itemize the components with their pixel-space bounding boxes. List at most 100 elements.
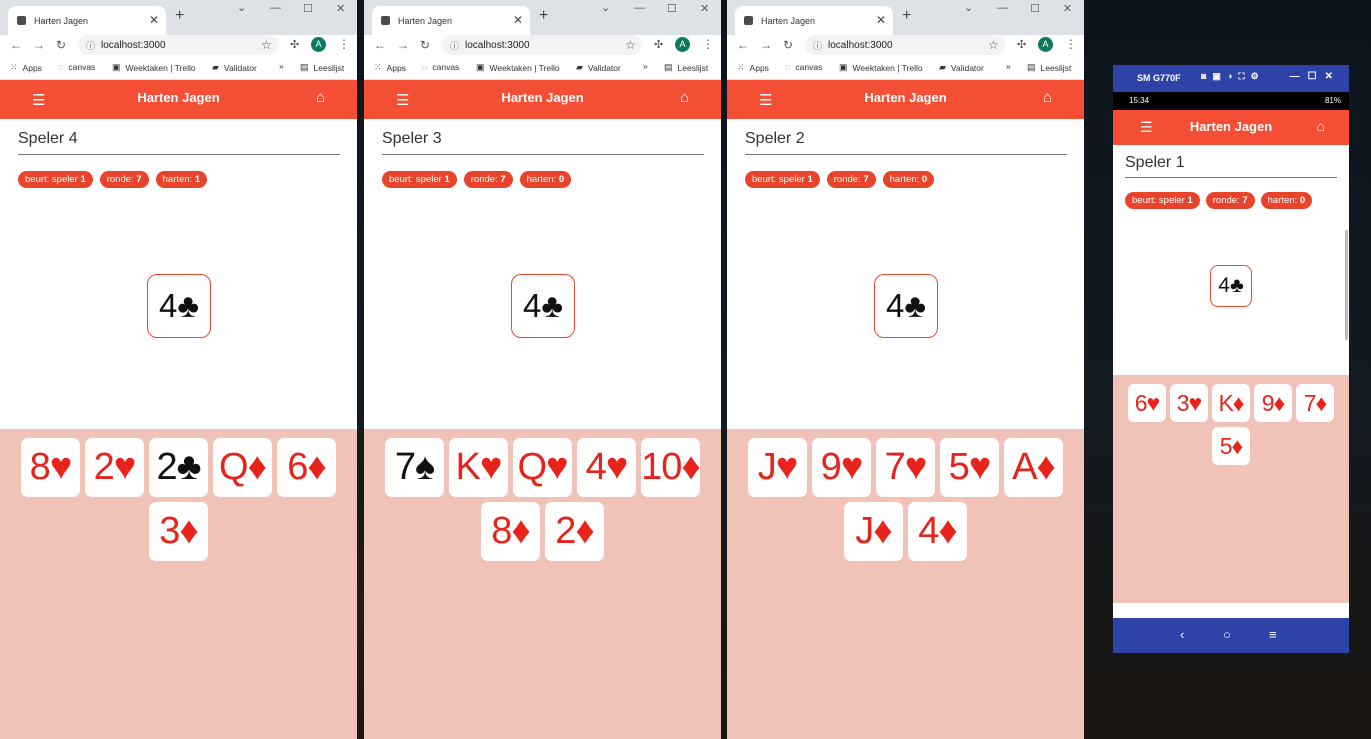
- hand-card[interactable]: K♥: [449, 438, 508, 497]
- bookmark-item[interactable]: ◌ canvas: [785, 62, 822, 72]
- hand-card[interactable]: 7♠: [385, 438, 444, 497]
- bookmark-item[interactable]: ▤ Leeslijst: [300, 62, 344, 73]
- bookmark-item[interactable]: ▰ Validator: [212, 62, 257, 73]
- hand-card[interactable]: Q♥: [513, 438, 572, 497]
- hand-card[interactable]: J♦: [844, 502, 903, 561]
- close-window-button[interactable]: ✕: [700, 2, 709, 15]
- minimize-button[interactable]: —: [634, 2, 645, 14]
- home-icon[interactable]: ⌂: [1043, 89, 1052, 106]
- hand-card[interactable]: 2♣: [149, 438, 208, 497]
- menu-kebab-icon[interactable]: ⋮: [338, 37, 350, 51]
- back-nav-icon[interactable]: ‹: [1180, 627, 1184, 642]
- bookmark-item[interactable]: ⁙ Apps: [10, 62, 42, 73]
- bookmark-overflow[interactable]: »: [279, 61, 284, 71]
- info-icon[interactable]: ⓘ: [813, 39, 822, 52]
- forward-icon[interactable]: →: [33, 38, 45, 52]
- menu-kebab-icon[interactable]: ⋮: [702, 37, 714, 51]
- tab-close-icon[interactable]: ✕: [876, 13, 886, 27]
- url-bar[interactable]: ⓘ localhost:3000: [442, 35, 642, 55]
- close-window-button[interactable]: ✕: [1063, 2, 1072, 15]
- home-nav-icon[interactable]: ○: [1223, 627, 1231, 642]
- hand-card[interactable]: J♥: [748, 438, 807, 497]
- hand-card[interactable]: 10♦: [641, 438, 701, 497]
- bookmark-star-icon[interactable]: ☆: [625, 38, 636, 52]
- hand-card[interactable]: 7♥: [876, 438, 935, 497]
- info-icon[interactable]: ⓘ: [450, 39, 459, 52]
- scrollbar[interactable]: [1345, 230, 1348, 340]
- reload-icon[interactable]: ↻: [783, 38, 793, 52]
- tab-search-icon[interactable]: ⌄: [237, 1, 246, 14]
- hand-card[interactable]: 3♥: [1170, 384, 1208, 422]
- reload-icon[interactable]: ↻: [56, 38, 66, 52]
- bookmark-item[interactable]: ▣ Weektaken | Trello: [112, 62, 196, 73]
- hand-card[interactable]: 2♦: [545, 502, 604, 561]
- hand-card[interactable]: 8♥: [21, 438, 80, 497]
- extensions-icon[interactable]: ✣: [290, 38, 299, 51]
- bookmark-item[interactable]: ▰ Validator: [576, 62, 621, 73]
- forward-icon[interactable]: →: [397, 38, 409, 52]
- bookmark-item[interactable]: ◌ canvas: [422, 62, 459, 72]
- bookmark-item[interactable]: ▰ Validator: [939, 62, 984, 73]
- home-icon[interactable]: ⌂: [1317, 118, 1325, 134]
- bookmark-item[interactable]: ⁙ Apps: [374, 62, 406, 73]
- tab-close-icon[interactable]: ✕: [149, 13, 159, 27]
- forward-icon[interactable]: →: [760, 38, 772, 52]
- bookmark-overflow[interactable]: »: [1006, 61, 1011, 71]
- hand-card[interactable]: 5♥: [940, 438, 999, 497]
- profile-avatar[interactable]: A: [311, 37, 326, 52]
- browser-tab[interactable]: Harten Jagen ✕: [372, 6, 530, 35]
- bookmark-item[interactable]: ▤ Leeslijst: [664, 62, 708, 73]
- back-icon[interactable]: ←: [737, 38, 749, 52]
- browser-tab[interactable]: Harten Jagen ✕: [8, 6, 166, 35]
- menu-kebab-icon[interactable]: ⋮: [1065, 37, 1077, 51]
- url-bar[interactable]: ⓘ localhost:3000: [78, 35, 278, 55]
- bookmark-item[interactable]: ▣ Weektaken | Trello: [839, 62, 923, 73]
- new-tab-button[interactable]: +: [175, 7, 184, 25]
- hand-card[interactable]: 6♦: [277, 438, 336, 497]
- hand-card[interactable]: 5♦: [1212, 427, 1250, 465]
- back-icon[interactable]: ←: [10, 38, 22, 52]
- home-icon[interactable]: ⌂: [316, 89, 325, 106]
- bookmark-item[interactable]: ⁙ Apps: [737, 62, 769, 73]
- hand-card[interactable]: 9♦: [1254, 384, 1292, 422]
- mirror-tool-icons[interactable]: ◙▣◑⛶⚙: [1201, 71, 1265, 82]
- profile-avatar[interactable]: A: [1038, 37, 1053, 52]
- tab-search-icon[interactable]: ⌄: [964, 1, 973, 14]
- back-icon[interactable]: ←: [374, 38, 386, 52]
- reload-icon[interactable]: ↻: [420, 38, 430, 52]
- hand-card[interactable]: Q♦: [213, 438, 272, 497]
- phone-window-controls[interactable]: —☐✕: [1290, 71, 1341, 82]
- hand-card[interactable]: 4♦: [908, 502, 967, 561]
- profile-avatar[interactable]: A: [675, 37, 690, 52]
- tab-search-icon[interactable]: ⌄: [601, 1, 610, 14]
- home-icon[interactable]: ⌂: [680, 89, 689, 106]
- browser-tab[interactable]: Harten Jagen ✕: [735, 6, 893, 35]
- maximize-button[interactable]: ☐: [1030, 2, 1040, 15]
- hand-card[interactable]: K♦: [1212, 384, 1250, 422]
- bookmark-star-icon[interactable]: ☆: [261, 38, 272, 52]
- bookmark-overflow[interactable]: »: [643, 61, 648, 71]
- bookmark-item[interactable]: ▤ Leeslijst: [1027, 62, 1071, 73]
- minimize-button[interactable]: —: [997, 2, 1008, 14]
- maximize-button[interactable]: ☐: [667, 2, 677, 15]
- extensions-icon[interactable]: ✣: [1017, 38, 1026, 51]
- close-window-button[interactable]: ✕: [336, 2, 345, 15]
- hand-card[interactable]: A♦: [1004, 438, 1063, 497]
- hand-card[interactable]: 3♦: [149, 502, 208, 561]
- tab-close-icon[interactable]: ✕: [513, 13, 523, 27]
- info-icon[interactable]: ⓘ: [86, 39, 95, 52]
- bookmark-item[interactable]: ▣ Weektaken | Trello: [476, 62, 560, 73]
- new-tab-button[interactable]: +: [902, 7, 911, 25]
- new-tab-button[interactable]: +: [539, 7, 548, 25]
- extensions-icon[interactable]: ✣: [654, 38, 663, 51]
- hand-card[interactable]: 2♥: [85, 438, 144, 497]
- url-bar[interactable]: ⓘ localhost:3000: [805, 35, 1005, 55]
- hand-card[interactable]: 7♦: [1296, 384, 1334, 422]
- maximize-button[interactable]: ☐: [303, 2, 313, 15]
- hand-card[interactable]: 6♥: [1128, 384, 1166, 422]
- hand-card[interactable]: 9♥: [812, 438, 871, 497]
- bookmark-star-icon[interactable]: ☆: [988, 38, 999, 52]
- minimize-button[interactable]: —: [270, 2, 281, 14]
- hand-card[interactable]: 8♦: [481, 502, 540, 561]
- hand-card[interactable]: 4♥: [577, 438, 636, 497]
